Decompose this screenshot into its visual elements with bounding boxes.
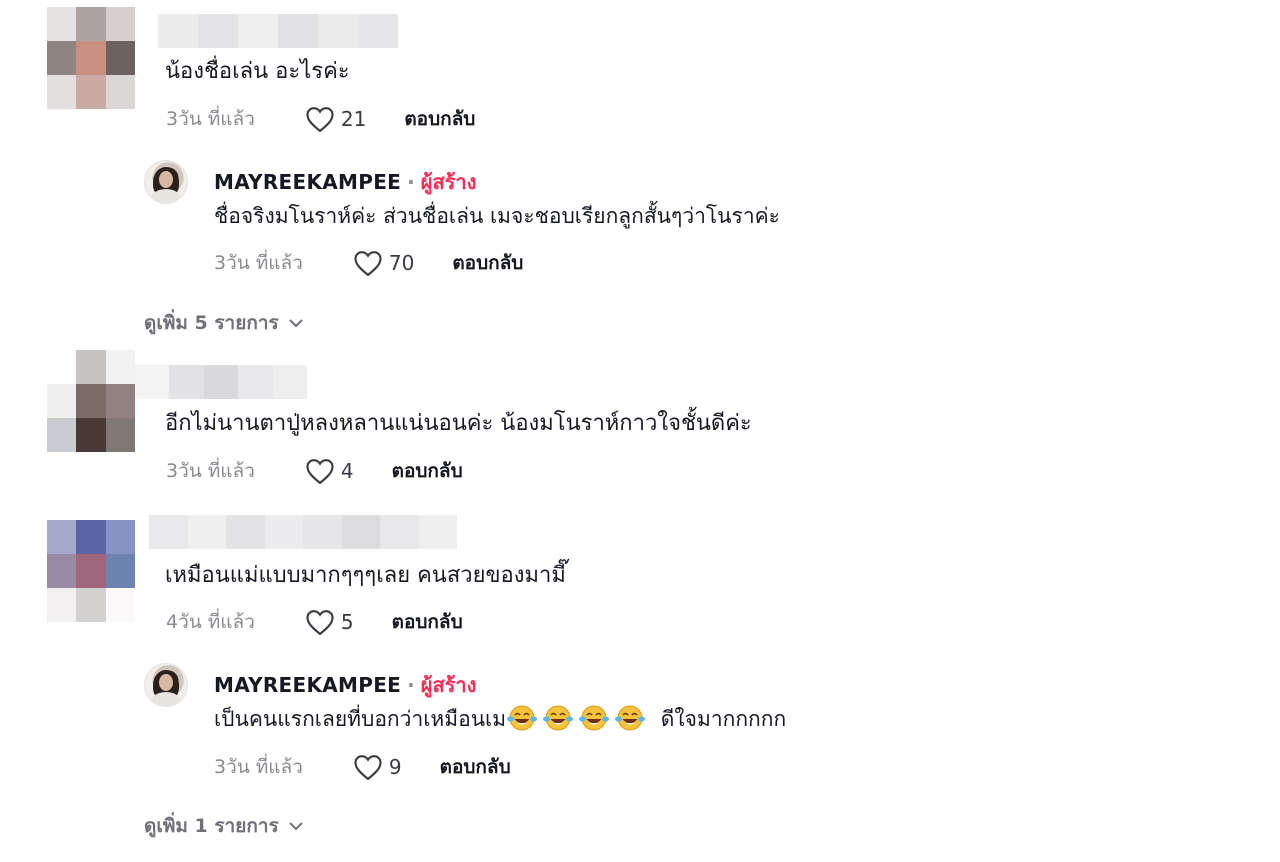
reply-button[interactable]: ตอบกลับ [404,104,475,134]
comment-text: เหมือนแม่แบบมากๆๆๆเลย คนสวยของมามี๊ [165,563,566,588]
comment-meta: 3วัน ที่แล้ว 4 ตอบกลับ [166,456,463,486]
like-button[interactable]: 21 [305,105,366,133]
like-button[interactable]: 70 [353,249,414,277]
commenter-avatar-blurred[interactable] [47,520,135,622]
reply-text: เป็นคนแรกเลยที่บอกว่าเหมือนเม ดีใจมากกกก… [214,704,786,734]
reply-text-after: ดีใจมากกกกก [660,707,787,731]
face-with-tears-of-joy-icon [543,705,574,731]
heart-icon[interactable] [305,105,335,133]
like-count: 4 [340,459,354,483]
emoji-row [506,705,650,731]
creator-avatar[interactable] [144,663,188,707]
reply-time: 3วัน ที่แล้ว [214,252,303,274]
comment-text: อีกไม่นานตาปู่หลงหลานแน่นอนค่ะ น้องมโนรา… [165,411,752,436]
creator-avatar[interactable] [144,160,188,204]
view-more-label: ดูเพิ่ม 5 รายการ [144,312,279,334]
reply-header: MAYREEKAMPEE · ผู้สร้าง [214,170,477,194]
view-more-replies[interactable]: ดูเพิ่ม 5 รายการ [144,308,305,338]
comment-time: 3วัน ที่แล้ว [166,460,255,482]
commenter-name-blurred[interactable] [149,515,457,549]
reply-header: MAYREEKAMPEE · ผู้สร้าง [214,673,477,697]
comment-meta: 3วัน ที่แล้ว 21 ตอบกลับ [166,104,475,134]
reply-button[interactable]: ตอบกลับ [392,456,463,486]
comment-meta: 4วัน ที่แล้ว 5 ตอบกลับ [166,607,463,637]
face-with-tears-of-joy-icon [615,705,646,731]
reply-button[interactable]: ตอบกลับ [440,752,511,782]
reply-time: 3วัน ที่แล้ว [214,756,303,778]
like-button[interactable]: 9 [353,753,402,781]
creator-badge: ผู้สร้าง [420,170,477,194]
reply-button[interactable]: ตอบกลับ [392,607,463,637]
like-button[interactable]: 4 [305,457,354,485]
reply-button[interactable]: ตอบกลับ [452,248,523,278]
like-count: 5 [340,610,354,634]
commenter-name-blurred[interactable] [135,365,308,399]
view-more-replies[interactable]: ดูเพิ่ม 1 รายการ [144,811,305,841]
reply-meta: 3วัน ที่แล้ว 70 ตอบกลับ [214,248,523,278]
like-count: 21 [340,107,367,131]
comment-time: 4วัน ที่แล้ว [166,611,255,633]
commenter-avatar-blurred[interactable] [47,7,135,109]
chevron-down-icon [289,319,303,328]
heart-icon[interactable] [305,457,335,485]
view-more-label: ดูเพิ่ม 1 รายการ [144,815,279,837]
comment-text: น้องชื่อเล่น อะไรค่ะ [165,59,350,84]
like-count: 70 [388,251,415,275]
reply-text: ชื่อจริงมโนราห์ค่ะ ส่วนชื่อเล่น เมจะชอบเ… [214,204,780,228]
commenter-name-blurred[interactable] [158,14,398,48]
heart-icon[interactable] [353,753,383,781]
like-button[interactable]: 5 [305,608,354,636]
heart-icon[interactable] [305,608,335,636]
commenter-avatar-blurred[interactable] [47,350,135,452]
reply-author[interactable]: MAYREEKAMPEE [214,170,401,194]
comment-time: 3วัน ที่แล้ว [166,108,255,130]
chevron-down-icon [289,822,303,831]
heart-icon[interactable] [353,249,383,277]
face-with-tears-of-joy-icon [507,705,538,731]
like-count: 9 [388,755,402,779]
reply-author[interactable]: MAYREEKAMPEE [214,673,401,697]
creator-badge: ผู้สร้าง [420,673,477,697]
reply-text-before: เป็นคนแรกเลยที่บอกว่าเหมือนเม [214,707,507,731]
face-with-tears-of-joy-icon [579,705,610,731]
reply-meta: 3วัน ที่แล้ว 9 ตอบกลับ [214,752,511,782]
